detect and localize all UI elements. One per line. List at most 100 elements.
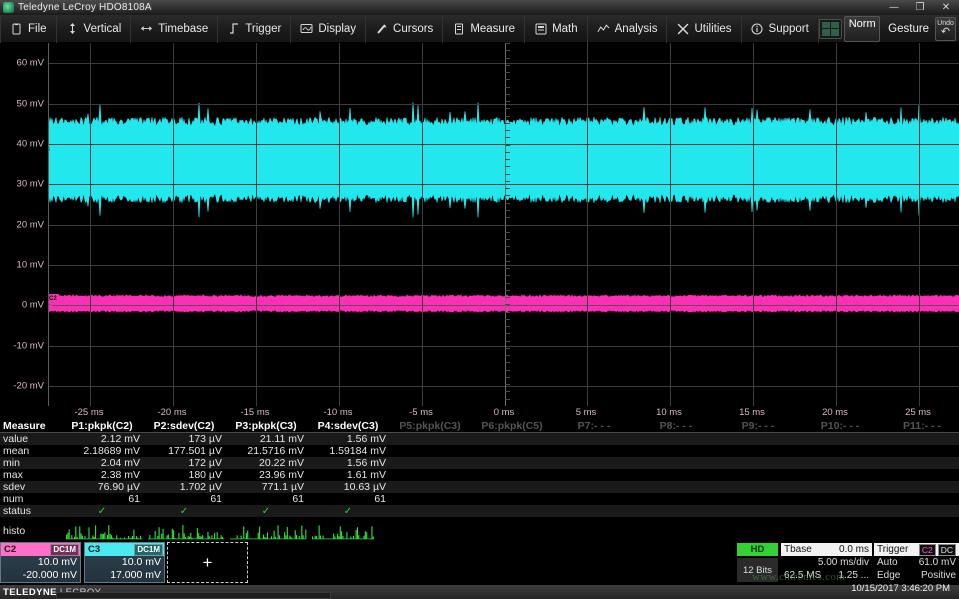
window-title: Teledyne LeCroy HDO8108A xyxy=(18,2,152,13)
trigger-level: 61.0 mV xyxy=(919,557,956,568)
status-check-icon: ✓ xyxy=(344,506,352,517)
measure-column-header-p4[interactable]: P4:sdev(C3) xyxy=(310,420,392,432)
axis-tick xyxy=(505,195,510,196)
c2-vertical-scale[interactable]: 10.0 mV xyxy=(1,556,80,569)
measure-row-mean: mean2.18689 mV177.501 µV21.5716 mV1.5918… xyxy=(0,445,959,457)
measure-cell: ✓ xyxy=(310,505,392,517)
maximize-icon[interactable]: ❐ xyxy=(907,0,933,15)
graticule-grid[interactable]: C3C2C2 xyxy=(48,43,959,406)
undo-button[interactable]: Undo ↶ xyxy=(935,17,956,41)
axis-tick xyxy=(505,290,510,291)
channel-descriptor-c3[interactable]: C3 DC1M 10.0 mV 17.000 mV xyxy=(84,542,165,583)
measure-icon xyxy=(452,22,465,35)
c3-label: C3 xyxy=(86,544,100,555)
menu-item-file[interactable]: File xyxy=(0,15,57,43)
measure-cell: 172 µV xyxy=(146,457,228,469)
measure-cell: 2.18689 mV xyxy=(64,445,146,457)
measure-row-label: sdev xyxy=(0,481,64,493)
close-icon[interactable]: ✕ xyxy=(933,0,959,15)
trigger-header: Trigger C2 DC xyxy=(874,543,959,556)
axis-tick xyxy=(505,188,510,189)
grid-line-vertical xyxy=(339,43,340,406)
norm-mode-button[interactable]: Norm xyxy=(844,16,880,42)
waveform-display[interactable]: 60 mV50 mV40 mV30 mV20 mV10 mV0 mV-10 mV… xyxy=(0,43,959,420)
measure-row-label: mean xyxy=(0,445,64,457)
grid-line-horizontal xyxy=(49,184,959,185)
trigger-source-chip[interactable]: C2 xyxy=(919,544,936,556)
measure-cell: 1.702 µV xyxy=(146,481,228,493)
c2-coupling[interactable]: DC1M xyxy=(50,544,79,556)
menu-item-cursors[interactable]: Cursors xyxy=(366,15,443,43)
axis-tick xyxy=(505,145,510,146)
trigger-level-marker[interactable]: C2 xyxy=(48,294,59,303)
measure-column-header-p10[interactable]: P10:- - - xyxy=(802,420,884,432)
x-axis-tick-label: -25 ms xyxy=(74,407,103,418)
measure-cell: 23.96 mV xyxy=(228,469,310,481)
menu-item-support[interactable]: Support xyxy=(742,15,819,43)
channel-level-marker-c3[interactable]: C3 xyxy=(48,146,52,155)
measure-cell: 61 xyxy=(310,493,392,505)
grid-layout-icon[interactable] xyxy=(819,19,842,39)
measure-column-header-p1[interactable]: P1:pkpk(C2) xyxy=(64,420,146,432)
menu-item-analysis[interactable]: Analysis xyxy=(588,15,668,43)
axis-tick xyxy=(505,130,510,131)
add-channel-button[interactable]: + xyxy=(167,542,248,583)
grid-line-vertical xyxy=(670,43,671,406)
measure-column-header-p3[interactable]: P3:pkpk(C3) xyxy=(228,420,310,432)
grid-line-vertical xyxy=(256,43,257,406)
trigger-panel[interactable]: Trigger C2 DC Auto 61.0 mV Edge Positive xyxy=(874,543,959,583)
c3-vertical-offset[interactable]: 17.000 mV xyxy=(85,569,164,582)
measure-row-label: min xyxy=(0,457,64,469)
timebase-scale: 5.00 ms/div xyxy=(818,557,869,568)
measure-column-header-p9[interactable]: P9:- - - xyxy=(720,420,802,432)
measure-column-header-p8[interactable]: P8:- - - xyxy=(638,420,720,432)
axis-tick xyxy=(505,261,510,262)
histogram-sparklines xyxy=(64,524,374,542)
c3-vertical-scale[interactable]: 10.0 mV xyxy=(85,556,164,569)
menu-item-measure[interactable]: Measure xyxy=(443,15,525,43)
menu-item-trigger[interactable]: Trigger xyxy=(218,15,291,43)
c2-vertical-offset[interactable]: -20.000 mV xyxy=(1,569,80,582)
axis-tick xyxy=(505,137,510,138)
measure-column-header-p6[interactable]: P6:pkpk(C5) xyxy=(474,420,556,432)
measure-row-label: num xyxy=(0,493,64,505)
measure-row-min: min2.04 mV172 µV20.22 mV1.56 mV xyxy=(0,457,959,469)
trigger-type: Edge xyxy=(877,570,900,581)
menu-item-display[interactable]: Display xyxy=(291,15,366,43)
status-bar: C2 DC1M 10.0 mV -20.000 mV C3 DC1M 10.0 … xyxy=(0,542,959,585)
y-axis-tick-label: 0 mV xyxy=(22,300,44,311)
channel-descriptor-c2[interactable]: C2 DC1M 10.0 mV -20.000 mV xyxy=(0,542,81,583)
axis-tick xyxy=(505,166,510,167)
file-icon xyxy=(10,22,23,35)
menu-item-vertical[interactable]: Vertical xyxy=(57,15,132,43)
grid-line-horizontal xyxy=(49,63,959,64)
timebase-panel[interactable]: Tbase 0.0 ms 5.00 ms/div 62.5 MS 1.25 ..… xyxy=(781,543,872,583)
menu-item-timebase[interactable]: Timebase xyxy=(131,15,218,43)
axis-tick xyxy=(505,50,510,51)
axis-tick xyxy=(505,326,510,327)
grid-line-vertical xyxy=(173,43,174,406)
grid-line-vertical xyxy=(90,43,91,406)
measure-row-value: value2.12 mV173 µV21.11 mV1.56 mV xyxy=(0,433,959,445)
measure-column-header-p11[interactable]: P11:- - - xyxy=(884,420,959,432)
axis-tick xyxy=(505,348,510,349)
menu-item-math[interactable]: Math xyxy=(525,15,588,43)
axis-tick xyxy=(505,43,510,44)
menu-label-utilities: Utilities xyxy=(694,23,731,35)
timebase-memory-row: 62.5 MS 1.25 ... xyxy=(781,569,872,582)
measure-column-header-p7[interactable]: P7:- - - xyxy=(556,420,638,432)
c3-coupling[interactable]: DC1M xyxy=(134,544,163,556)
axis-tick xyxy=(505,275,510,276)
minimize-icon[interactable]: — xyxy=(881,0,907,15)
measure-column-header-p2[interactable]: P2:sdev(C2) xyxy=(146,420,228,432)
y-axis-tick-label: -20 mV xyxy=(13,381,44,392)
trigger-coupling-chip[interactable]: DC xyxy=(938,544,956,556)
grid-line-horizontal xyxy=(49,144,959,145)
menu-item-utilities[interactable]: Utilities xyxy=(667,15,741,43)
menu-label-file: File xyxy=(28,23,47,35)
hd-mode-badge[interactable]: HD xyxy=(737,543,778,556)
axis-tick xyxy=(505,362,510,363)
axis-tick xyxy=(505,333,510,334)
measure-column-header-p5[interactable]: P5:pkpk(C3) xyxy=(392,420,474,432)
gesture-label[interactable]: Gesture xyxy=(882,23,935,35)
